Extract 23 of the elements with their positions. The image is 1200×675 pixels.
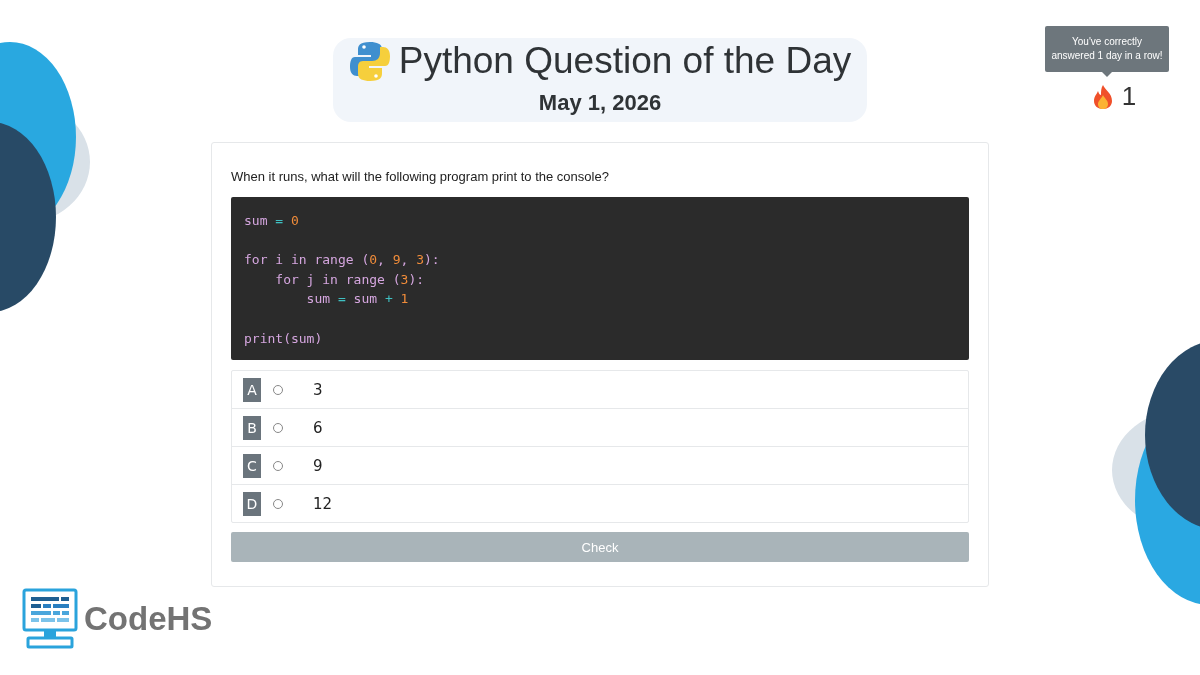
question-prompt: When it runs, what will the following program print to the console?: [231, 169, 610, 184]
streak-count: 1: [1121, 81, 1137, 112]
option-text: 12: [313, 494, 333, 513]
option-text: 6: [313, 418, 323, 437]
option-letter: D: [243, 491, 261, 516]
computer-monitor-icon: [22, 588, 78, 650]
code-block: sum = 0 for i in range (0, 9, 3): for j in range (3): sum = sum + 1 print(sum): [231, 197, 969, 361]
page-title: Python Question of the Day: [398, 40, 852, 82]
option-text: 9: [313, 456, 323, 475]
answer-option[interactable]: D 12: [232, 484, 968, 523]
answer-option[interactable]: B 6: [232, 408, 968, 447]
streak-tooltip: You've correctly answered 1 day in a row!: [1045, 26, 1169, 72]
logo-wordmark: CodeHS: [84, 600, 213, 638]
option-letter: B: [243, 415, 261, 440]
date-label: May 1, 2026: [538, 90, 662, 116]
python-logo-icon: [348, 40, 391, 82]
flame-icon: [1091, 83, 1114, 110]
answer-option[interactable]: C 9: [232, 446, 968, 485]
answer-option[interactable]: A 3: [232, 371, 968, 409]
tooltip-pointer: [1102, 72, 1112, 77]
option-letter: C: [243, 453, 261, 478]
option-letter: A: [243, 377, 261, 402]
option-text: 3: [313, 380, 323, 399]
